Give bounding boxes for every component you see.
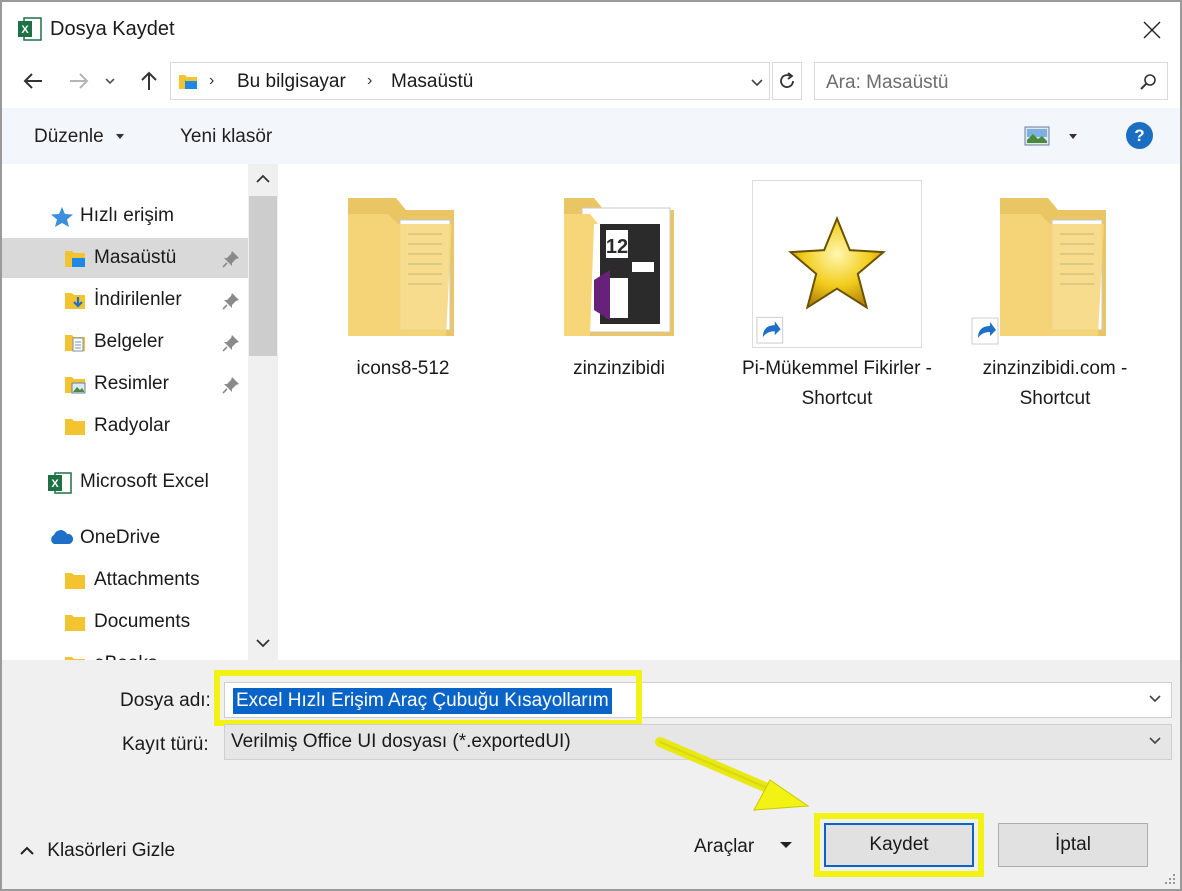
sidebar-item-documents[interactable]: Belgeler: [2, 322, 248, 362]
sidebar-scrollbar[interactable]: [248, 164, 278, 660]
file-name: Pi-Mükemmel Fikirler - Shortcut: [742, 358, 932, 409]
close-button[interactable]: [1124, 2, 1180, 58]
file-item[interactable]: icons8-512: [318, 180, 488, 430]
pin-icon[interactable]: [222, 376, 240, 394]
folder-with-visual-studio-icon: 12: [564, 198, 674, 336]
sidebar-item-radyolar[interactable]: Radyolar: [2, 406, 248, 446]
sidebar-item-label: Radyolar: [94, 415, 171, 436]
folder-icon: [65, 573, 85, 589]
save-file-dialog: X Dosya Kaydet › Bu bilgisayar › Masaüst…: [0, 0, 1182, 891]
address-bar[interactable]: › Bu bilgisayar › Masaüstü: [170, 62, 770, 100]
pictures-folder-icon: [65, 377, 86, 394]
documents-folder-icon: [65, 335, 85, 352]
sidebar-item-documents-onedrive[interactable]: Documents: [2, 602, 248, 642]
star-shortcut-icon: [752, 180, 922, 348]
sidebar-item-label: OneDrive: [80, 527, 161, 548]
sidebar-item-label: Resimler: [94, 373, 169, 394]
breadcrumb-this-pc[interactable]: Bu bilgisayar: [237, 71, 346, 93]
excel-app-icon: X: [18, 17, 42, 41]
refresh-button[interactable]: [772, 62, 802, 100]
search-box[interactable]: Ara: Masaüstü: [814, 62, 1168, 100]
sidebar-item-desktop[interactable]: Masaüstü: [2, 238, 248, 278]
forward-button[interactable]: [64, 66, 94, 96]
change-view-icon[interactable]: [1024, 126, 1050, 146]
folder-icon: [65, 615, 85, 631]
svg-text:X: X: [51, 478, 59, 490]
window-title: Dosya Kaydet: [50, 18, 175, 40]
folder-icon: [65, 419, 85, 435]
sidebar-item-downloads[interactable]: İndirilenler: [2, 280, 248, 320]
sidebar-item-pictures[interactable]: Resimler: [2, 364, 248, 404]
sidebar-item-quick-access[interactable]: Hızlı erişim: [2, 196, 248, 236]
annotation-arrow-icon: [655, 737, 810, 811]
arrow-up-icon: [141, 71, 157, 90]
breadcrumb-desktop[interactable]: Masaüstü: [391, 71, 473, 93]
arrow-right-icon: [70, 73, 89, 89]
sidebar-item-label: Attachments: [94, 569, 200, 590]
pin-icon[interactable]: [222, 334, 240, 352]
caret-down-icon: [116, 133, 124, 139]
pin-icon[interactable]: [222, 292, 240, 310]
arrow-left-icon: [23, 73, 42, 89]
sidebar-item-label: eBooks: [94, 653, 157, 660]
sidebar-item-label: Documents: [94, 611, 191, 632]
onedrive-cloud-icon: [51, 530, 74, 544]
caret-down-icon[interactable]: [1068, 134, 1078, 140]
navigation-bar: › Bu bilgisayar › Masaüstü Ara: Masaüstü: [2, 58, 1180, 106]
chevron-down-icon: [105, 77, 115, 84]
folder-shortcut-icon: [971, 198, 1106, 345]
organize-label: Düzenle: [34, 126, 104, 147]
sidebar-item-label: Belgeler: [94, 331, 164, 352]
downloads-folder-icon: [65, 293, 85, 309]
file-name: icons8-512: [356, 358, 450, 379]
sidebar-item-label: Masaüstü: [94, 247, 177, 268]
search-input[interactable]: Ara: Masaüstü: [826, 72, 949, 94]
file-name: zinzinzibidi.com - Shortcut: [982, 358, 1128, 409]
file-item[interactable]: Pi-Mükemmel Fikirler - Shortcut: [742, 180, 932, 430]
pin-icon[interactable]: [222, 250, 240, 268]
desktop-folder-icon: [179, 75, 197, 89]
chevron-up-icon[interactable]: [256, 174, 270, 184]
recent-locations-button[interactable]: [100, 66, 120, 96]
desktop-folder-icon: [65, 251, 85, 267]
up-button[interactable]: [134, 66, 164, 96]
chevron-down-icon[interactable]: [751, 79, 763, 87]
breadcrumb-separator-icon: ›: [367, 72, 373, 89]
new-folder-button[interactable]: Yeni klasör: [180, 126, 272, 148]
excel-icon: X: [48, 472, 72, 494]
file-item[interactable]: 12 zinzinzibidi: [534, 180, 704, 430]
sidebar-item-label: İndirilenler: [94, 289, 182, 310]
sidebar-item-label: Microsoft Excel: [80, 471, 209, 492]
chevron-down-icon[interactable]: [256, 638, 270, 648]
file-name: zinzinzibidi: [573, 358, 665, 379]
sidebar-item-attachments[interactable]: Attachments: [2, 560, 248, 600]
svg-text:12: 12: [606, 236, 628, 258]
back-button[interactable]: [18, 66, 48, 96]
sidebar-item-onedrive[interactable]: OneDrive: [2, 518, 248, 558]
search-icon: [1140, 74, 1156, 90]
folder-with-documents-icon: [348, 198, 454, 336]
scrollbar-thumb[interactable]: [249, 196, 277, 356]
save-options-panel: Dosya adı: Excel Hızlı Erişim Araç Çubuğ…: [2, 660, 1180, 889]
star-icon: [51, 207, 73, 227]
sidebar-item-label: Hızlı erişim: [80, 205, 174, 226]
sidebar-item-ebooks[interactable]: eBooks: [2, 644, 248, 660]
title-bar: X Dosya Kaydet: [2, 2, 1180, 58]
sidebar-item-microsoft-excel[interactable]: X Microsoft Excel: [2, 462, 248, 502]
close-icon: [1143, 21, 1161, 39]
resize-grip-icon[interactable]: [1164, 873, 1176, 885]
breadcrumb-separator-icon: ›: [209, 72, 215, 89]
command-bar: Düzenle Yeni klasör ?: [2, 108, 1180, 164]
help-icon[interactable]: ?: [1126, 122, 1153, 149]
organize-menu[interactable]: Düzenle: [34, 126, 125, 148]
file-list: icons8-512 12 zinzinzibidi Pi-Mükemmel F…: [282, 164, 1180, 660]
refresh-icon: [780, 72, 794, 88]
svg-text:X: X: [21, 24, 29, 36]
navigation-pane: Hızlı erişim Masaüstü İndirilenler Belge…: [2, 164, 248, 660]
file-item[interactable]: zinzinzibidi.com - Shortcut: [970, 180, 1140, 430]
